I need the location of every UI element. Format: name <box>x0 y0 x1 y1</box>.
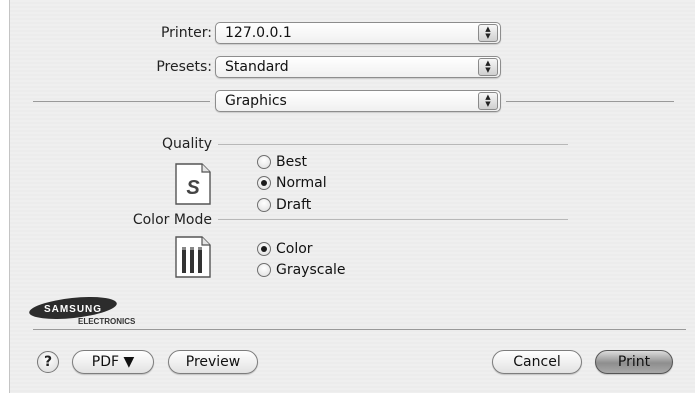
panel-separator-left <box>33 101 210 102</box>
brand-name: SAMSUNG <box>44 304 102 315</box>
presets-label: Presets: <box>156 59 212 75</box>
radio-draft[interactable] <box>257 198 271 212</box>
printer-label: Printer: <box>160 25 212 41</box>
radio-best[interactable] <box>257 155 271 169</box>
radio-normal[interactable] <box>257 176 271 190</box>
cancel-button[interactable]: Cancel <box>492 350 582 374</box>
popup-arrows-icon: ▲ ▼ <box>478 24 498 42</box>
color-option-grayscale[interactable]: Grayscale <box>257 262 346 278</box>
color-mode-document-icon <box>175 236 211 278</box>
quality-document-icon: S <box>175 163 211 205</box>
quality-option-label: Normal <box>276 175 327 191</box>
quality-icon-letter: S <box>186 177 200 199</box>
print-dialog: Printer: 127.0.0.1 ▲ ▼ Presets: Standard … <box>9 0 695 393</box>
panel-separator-right <box>506 101 674 102</box>
printer-popup[interactable]: 127.0.0.1 ▲ ▼ <box>215 22 501 44</box>
quality-option-label: Draft <box>276 197 312 213</box>
popup-arrows-icon: ▲ ▼ <box>478 92 498 110</box>
quality-option-draft[interactable]: Draft <box>257 197 311 213</box>
panel-popup[interactable]: Graphics ▲ ▼ <box>215 90 501 112</box>
help-button[interactable]: ? <box>37 351 59 373</box>
printer-value: 127.0.0.1 <box>225 25 292 41</box>
radio-color[interactable] <box>257 242 271 256</box>
color-mode-separator <box>218 219 568 220</box>
quality-option-label: Best <box>276 154 308 170</box>
color-option-label: Grayscale <box>276 262 346 278</box>
popup-arrows-icon: ▲ ▼ <box>478 58 498 76</box>
brand-sub: ELECTRONICS <box>78 317 136 326</box>
quality-option-normal[interactable]: Normal <box>257 175 327 191</box>
samsung-logo: SAMSUNG ELECTRONICS <box>29 297 136 326</box>
radio-grayscale[interactable] <box>257 263 271 277</box>
color-mode-label: Color Mode <box>132 212 212 228</box>
presets-value: Standard <box>225 59 289 75</box>
print-button[interactable]: Print <box>595 350 673 374</box>
pdf-button[interactable]: PDF ▼ <box>72 350 154 374</box>
panel-value: Graphics <box>225 93 287 109</box>
color-option-label: Color <box>276 241 313 257</box>
color-option-color[interactable]: Color <box>257 241 313 257</box>
quality-separator <box>218 144 568 145</box>
quality-option-best[interactable]: Best <box>257 154 307 170</box>
presets-popup[interactable]: Standard ▲ ▼ <box>215 56 501 78</box>
preview-button[interactable]: Preview <box>168 350 258 374</box>
quality-label: Quality <box>161 136 212 152</box>
footer-separator <box>33 329 686 330</box>
